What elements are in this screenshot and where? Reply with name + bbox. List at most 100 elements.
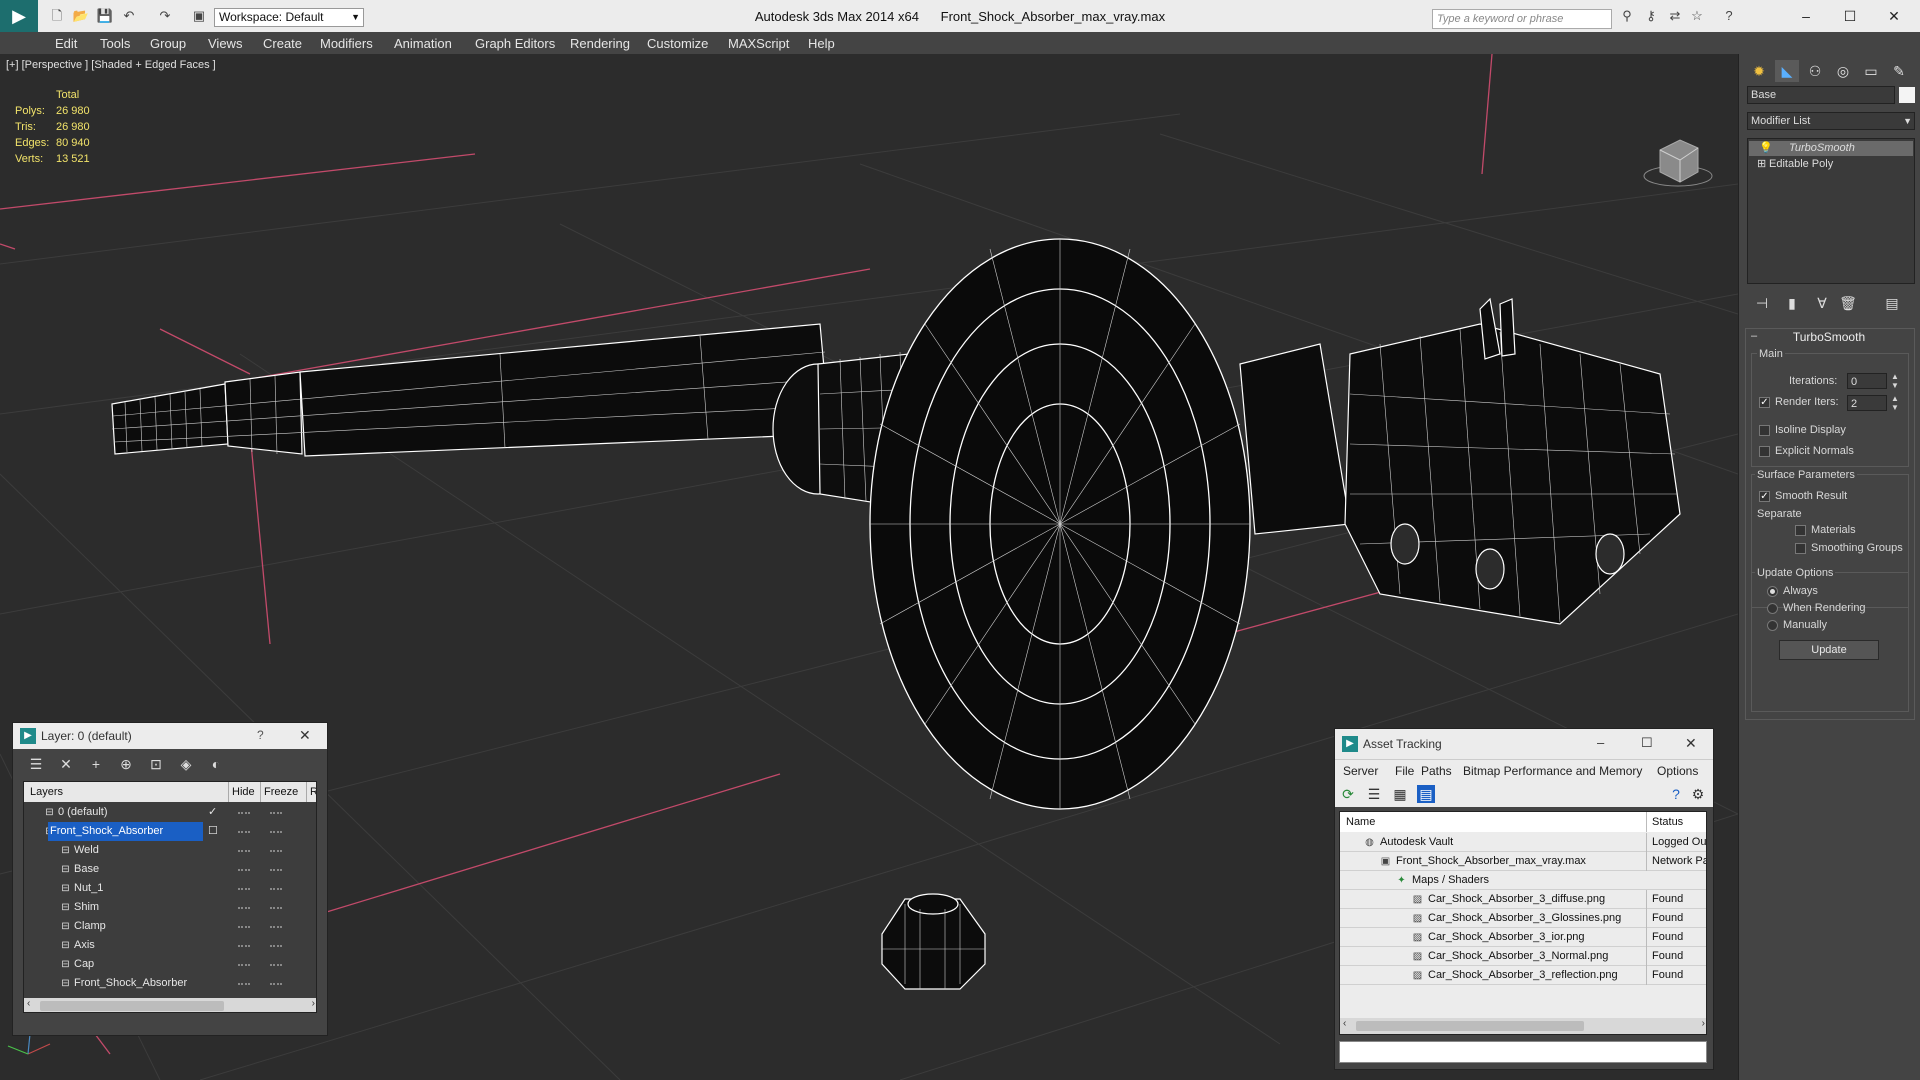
asset-row[interactable]: ▣ Front_Shock_Absorber_max_vray.max Networ… <box>1340 852 1706 871</box>
scroll-thumb[interactable] <box>1356 1021 1584 1031</box>
star-icon[interactable]: ☆ <box>1688 8 1706 24</box>
menu-tools[interactable]: Tools <box>100 36 130 51</box>
col-name[interactable]: Name <box>1346 812 1375 832</box>
col-layers[interactable]: Layers <box>30 782 63 802</box>
table-view-icon[interactable]: ▤ <box>1417 785 1435 803</box>
toggle-dash-icon[interactable] <box>270 926 282 928</box>
toggle-dash-icon[interactable] <box>238 907 250 909</box>
close-icon[interactable]: ✕ <box>1685 735 1697 752</box>
expand-plus-icon[interactable]: ⊞ <box>1757 157 1766 172</box>
make-unique-icon[interactable]: ∀ <box>1813 294 1831 312</box>
thumbnail-view-icon[interactable]: ▦ <box>1391 785 1409 803</box>
asset-hscrollbar[interactable]: ‹ › <box>1340 1018 1706 1034</box>
key-icon[interactable]: ⚷ <box>1642 8 1660 24</box>
toggle-dash-icon[interactable] <box>238 869 250 871</box>
asset-row[interactable]: ▨ Car_Shock_Absorber_3_reflection.png Foun… <box>1340 966 1706 985</box>
add-to-layer-icon[interactable]: ⊕ <box>117 755 135 773</box>
scroll-left-icon[interactable]: ‹ <box>27 998 30 1009</box>
binoculars-icon[interactable]: ⚲ <box>1618 8 1636 24</box>
iterations-spinner[interactable]: 0 <box>1847 373 1887 389</box>
scroll-left-icon[interactable]: ‹ <box>1343 1018 1346 1029</box>
layer-row[interactable]: ⊟ Clamp <box>24 917 316 936</box>
col-status[interactable]: Status <box>1646 812 1683 832</box>
smooth-result-checkbox[interactable]: ✓ <box>1759 491 1770 502</box>
current-layer-check-icon[interactable]: ✓ <box>208 803 217 822</box>
help-icon[interactable]: ? <box>1667 785 1685 803</box>
menu-modifiers[interactable]: Modifiers <box>320 36 373 51</box>
when-rendering-radio[interactable] <box>1767 603 1778 614</box>
toggle-dash-icon[interactable] <box>270 945 282 947</box>
col-hide[interactable]: Hide <box>228 782 255 802</box>
pin-stack-icon[interactable]: ⊣ <box>1753 294 1771 312</box>
rollout-title[interactable]: TurboSmooth <box>1749 330 1909 346</box>
asset-row[interactable]: ▨ Car_Shock_Absorber_3_Glossines.png Found <box>1340 909 1706 928</box>
exchange-icon[interactable]: ⇄ <box>1666 8 1684 24</box>
new-layer-icon[interactable]: + <box>87 755 105 773</box>
remove-modifier-icon[interactable]: 🗑 <box>1839 294 1857 312</box>
toggle-dash-icon[interactable] <box>238 888 250 890</box>
layer-row[interactable]: ⊟ Base <box>24 860 316 879</box>
asset-row[interactable]: ✦ Maps / Shaders <box>1340 871 1706 890</box>
asset-row[interactable]: ▨ Car_Shock_Absorber_3_diffuse.png Found <box>1340 890 1706 909</box>
configure-sets-icon[interactable]: ▤ <box>1883 294 1901 312</box>
maximize-icon[interactable]: ☐ <box>1641 735 1653 751</box>
toggle-dash-icon[interactable] <box>270 888 282 890</box>
hide-all-icon[interactable]: ◐ <box>207 755 225 773</box>
object-color-swatch[interactable] <box>1899 87 1915 103</box>
asset-path-field[interactable] <box>1339 1041 1707 1063</box>
search-input[interactable]: Type a keyword or phrase <box>1432 9 1612 29</box>
toggle-dash-icon[interactable] <box>238 812 250 814</box>
asset-row[interactable]: ▨ Car_Shock_Absorber_3_Normal.png Found <box>1340 947 1706 966</box>
toggle-dash-icon[interactable] <box>270 907 282 909</box>
show-end-result-icon[interactable]: ▮ <box>1783 294 1801 312</box>
asset-menu-file[interactable]: File <box>1395 764 1414 778</box>
layer-dialog-titlebar[interactable]: ▶ Layer: 0 (default) ? ✕ <box>13 723 327 749</box>
render-iters-checkbox[interactable]: ✓ <box>1759 397 1770 408</box>
menu-animation[interactable]: Animation <box>394 36 452 51</box>
menu-group[interactable]: Group <box>150 36 186 51</box>
layer-row[interactable]: ⊟ Weld <box>24 841 316 860</box>
toggle-dash-icon[interactable] <box>270 850 282 852</box>
select-objects-icon[interactable]: ⊡ <box>147 755 165 773</box>
stack-item-editable-poly[interactable]: ⊞ Editable Poly <box>1749 157 1913 172</box>
asset-list[interactable]: Name Status ◍ Autodesk Vault Logged Ou ▣ Fro… <box>1339 811 1707 1035</box>
menu-customize[interactable]: Customize <box>647 36 708 51</box>
col-render[interactable]: R <box>306 782 316 802</box>
materials-checkbox[interactable] <box>1795 525 1806 536</box>
highlight-layer-icon[interactable]: ◈ <box>177 755 195 773</box>
explicit-normals-checkbox[interactable] <box>1759 446 1770 457</box>
layer-row[interactable]: ⊟ Nut_1 <box>24 879 316 898</box>
render-iters-spinner[interactable]: 2 <box>1847 395 1887 411</box>
toggle-dash-icon[interactable] <box>238 831 250 833</box>
stack-item-turbosmooth[interactable]: 💡 TurboSmooth <box>1749 141 1913 156</box>
maximize-button[interactable]: ☐ <box>1828 4 1872 28</box>
layer-row[interactable]: ⊟ Front_Shock_Absorber <box>24 974 316 993</box>
list-view-icon[interactable]: ☰ <box>1365 785 1383 803</box>
asset-menu-paths[interactable]: Paths <box>1421 764 1452 778</box>
delete-layer-icon[interactable]: ✕ <box>57 755 75 773</box>
toggle-dash-icon[interactable] <box>238 945 250 947</box>
update-button[interactable]: Update <box>1779 640 1879 660</box>
menu-views[interactable]: Views <box>208 36 242 51</box>
toggle-dash-icon[interactable] <box>270 812 282 814</box>
settings-icon[interactable]: ⚙ <box>1689 785 1707 803</box>
layer-manager-icon[interactable]: ☰ <box>27 755 45 773</box>
create-tab-icon[interactable]: ✹ <box>1747 60 1771 82</box>
toggle-dash-icon[interactable] <box>270 964 282 966</box>
asset-menu-server[interactable]: Server <box>1343 764 1378 778</box>
spinner-arrows-icon[interactable]: ▲ ▼ <box>1891 372 1899 390</box>
toggle-dash-icon[interactable] <box>270 869 282 871</box>
asset-dialog-titlebar[interactable]: ▶ Asset Tracking – ☐ ✕ <box>1335 729 1713 759</box>
refresh-icon[interactable]: ⟳ <box>1339 785 1357 803</box>
utilities-tab-icon[interactable]: ✎ <box>1887 60 1911 82</box>
scroll-right-icon[interactable]: › <box>312 998 315 1009</box>
layer-row[interactable]: ⊟Front_Shock_Absorber☐ <box>24 822 316 841</box>
lightbulb-icon[interactable]: 💡 <box>1759 141 1773 156</box>
asset-menu-options[interactable]: Options <box>1657 764 1698 778</box>
layer-row[interactable]: ⊟ Cap <box>24 955 316 974</box>
toggle-dash-icon[interactable] <box>270 831 282 833</box>
object-name-field[interactable]: Base <box>1747 86 1895 104</box>
minimize-button[interactable]: – <box>1784 4 1828 28</box>
scroll-thumb[interactable] <box>40 1001 224 1011</box>
menu-help[interactable]: Help <box>808 36 835 51</box>
